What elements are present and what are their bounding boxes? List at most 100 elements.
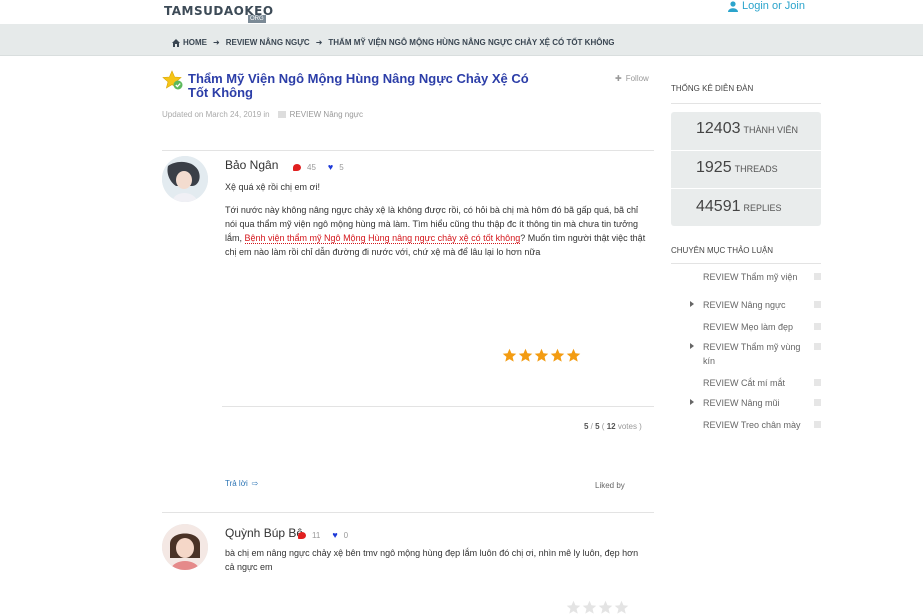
arrow-right-icon: ➜: [213, 38, 220, 47]
breadcrumb-current: THẨM MỸ VIỆN NGÔ MỘNG HÙNG NÂNG NGỰC CHẢ…: [328, 38, 615, 47]
sidebar-category-item[interactable]: REVIEW Nâng ngực: [671, 298, 821, 312]
sidebar-category-item[interactable]: REVIEW Nâng mũi: [671, 396, 821, 410]
members-count: 12403: [696, 120, 741, 137]
post-link[interactable]: Bệnh viện thẩm mỹ Ngô Mộng Hùng nâng ngự…: [244, 233, 521, 244]
plus-icon: ✚: [615, 74, 622, 83]
arrow-right-icon: ➜: [315, 38, 323, 47]
category-square-icon: [814, 343, 821, 350]
post-stats: 45 ♥ 5: [293, 162, 344, 172]
stats-heading: THỐNG KÊ DIỄN ĐÀN: [671, 84, 754, 93]
login-link[interactable]: Login or Join: [728, 0, 805, 12]
post-body: Tới nước này không nâng ngực chảy xệ là …: [225, 203, 650, 259]
category-square-icon: [814, 273, 821, 280]
logo-sub: ORG: [248, 15, 266, 23]
breadcrumb-section[interactable]: REVIEW NÂNG NGỰC: [226, 38, 310, 47]
category-label: REVIEW Mẹo làm đẹp: [703, 322, 794, 332]
login-label: Login or Join: [742, 0, 805, 12]
reply-label: Trả lời: [225, 479, 248, 488]
category-square-icon: [814, 399, 821, 406]
rating-summary: 5 / 5 ( 12 votes ): [584, 422, 642, 431]
like-count: 5: [339, 162, 344, 172]
comment-count: 45: [307, 162, 316, 172]
divider: [671, 263, 821, 264]
post-body: bà chị em nâng ngực chảy xệ bên tmv ngô …: [225, 548, 639, 572]
caret-right-icon: [690, 301, 694, 307]
star-empty-icon[interactable]: [614, 600, 629, 615]
divider: [671, 150, 821, 151]
categories-heading: CHUYÊN MỤC THẢO LUẬN: [671, 246, 774, 255]
avatar-image: [162, 524, 208, 570]
thread-category[interactable]: REVIEW Nâng ngực: [290, 110, 363, 119]
divider: [162, 150, 654, 151]
rating-stars[interactable]: [502, 348, 581, 363]
forum-stats: 12403 THÀNH VIÊN 1925 THREADS 44591 REPLIES: [671, 112, 821, 226]
replies-label: REPLIES: [743, 203, 782, 213]
reply-button[interactable]: Trả lời ⇨: [225, 479, 258, 488]
category-label: REVIEW Treo chân mày: [703, 420, 801, 430]
post-author[interactable]: Quỳnh Búp Bê: [225, 526, 303, 540]
divider: [162, 512, 654, 513]
follow-label: Follow: [625, 74, 649, 83]
heart-icon: ♥: [332, 530, 338, 540]
stat-threads: 1925 THREADS: [696, 159, 778, 177]
post-stats: 11 ♥ 0: [298, 530, 348, 540]
star-icon[interactable]: [550, 348, 565, 363]
folder-icon: [277, 111, 286, 118]
like-count: 0: [343, 530, 349, 540]
comment-icon: [298, 531, 306, 539]
star-icon[interactable]: [518, 348, 533, 363]
sidebar-category-item[interactable]: REVIEW Treo chân mày: [671, 418, 821, 432]
sidebar-category-item[interactable]: REVIEW Thẩm mỹ viện: [671, 270, 821, 284]
liked-by: Liked by: [595, 481, 625, 490]
star-badge-icon: [162, 70, 183, 90]
sidebar-category-item[interactable]: REVIEW Mẹo làm đẹp: [671, 320, 821, 334]
category-square-icon: [814, 323, 821, 330]
home-icon: [172, 38, 180, 47]
avatar[interactable]: [162, 156, 208, 202]
members-label: THÀNH VIÊN: [743, 125, 799, 135]
stat-members: 12403 THÀNH VIÊN: [696, 120, 798, 138]
heart-icon: ♥: [327, 162, 334, 172]
stat-replies: 44591 REPLIES: [696, 198, 782, 216]
post-author[interactable]: Bảo Ngân: [225, 158, 278, 172]
sidebar-category-item[interactable]: REVIEW Thẩm mỹ vùng kín: [671, 340, 821, 368]
category-label: REVIEW Nâng ngực: [703, 300, 786, 310]
comment-count: 11: [312, 530, 321, 540]
avatar[interactable]: [162, 524, 208, 570]
breadcrumb: HOME ➜ REVIEW NÂNG NGỰC ➜ THẨM MỸ VIỆN N…: [172, 38, 614, 47]
breadcrumb-home[interactable]: HOME: [183, 38, 207, 47]
divider: [222, 406, 654, 407]
category-label: REVIEW Cắt mí mắt: [703, 378, 786, 388]
comment-icon: [293, 163, 301, 171]
star-empty-icon[interactable]: [582, 600, 597, 615]
category-square-icon: [814, 301, 821, 308]
top-bar: TAMSUDAOKEO ORG Login or Join: [0, 0, 923, 24]
sidebar-category-item[interactable]: REVIEW Cắt mí mắt: [671, 376, 821, 390]
star-empty-icon[interactable]: [598, 600, 613, 615]
replies-count: 44591: [696, 198, 741, 215]
site-logo[interactable]: TAMSUDAOKEO ORG: [164, 2, 274, 23]
star-icon[interactable]: [534, 348, 549, 363]
star-icon[interactable]: [566, 348, 581, 363]
rating-value: 5: [584, 422, 589, 431]
thread-meta: Updated on March 24, 2019 in REVIEW Nâng…: [162, 110, 363, 119]
divider: [671, 103, 821, 104]
rating-max: 5: [595, 422, 600, 431]
thread-title[interactable]: Thẩm Mỹ Viện Ngô Mộng Hùng Nâng Ngực Chả…: [188, 72, 548, 100]
post-line: Xệ quá xệ rồi chị em ơi!: [225, 182, 320, 192]
star-empty-icon[interactable]: [566, 600, 581, 615]
follow-button[interactable]: ✚ Follow: [615, 74, 649, 83]
avatar-image: [162, 156, 208, 202]
star-icon[interactable]: [502, 348, 517, 363]
breadcrumb-bar: HOME ➜ REVIEW NÂNG NGỰC ➜ THẨM MỸ VIỆN N…: [0, 24, 923, 56]
rating-stars[interactable]: [566, 600, 629, 615]
thread-header: Thẩm Mỹ Viện Ngô Mộng Hùng Nâng Ngực Chả…: [162, 70, 654, 110]
votes-label: votes: [617, 422, 637, 431]
caret-right-icon: [690, 399, 694, 405]
reply-icon: ⇨: [251, 479, 259, 488]
category-label: REVIEW Nâng mũi: [703, 398, 780, 408]
category-label: REVIEW Thẩm mỹ viện: [703, 272, 798, 282]
threads-count: 1925: [696, 159, 732, 176]
divider: [671, 188, 821, 189]
user-icon: [728, 0, 738, 12]
